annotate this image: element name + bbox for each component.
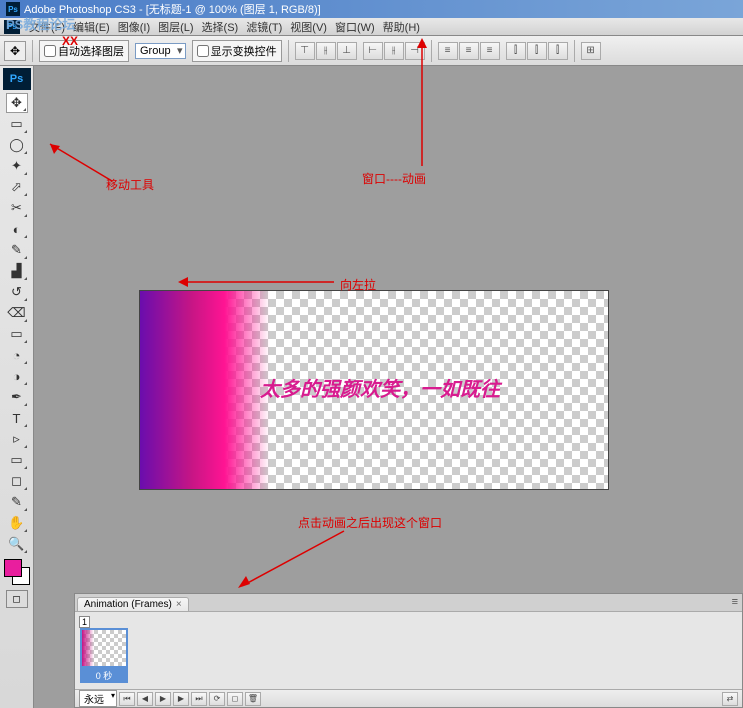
align-bottom-icon[interactable]: ⊥ [337, 42, 357, 60]
dist-hcenter-icon[interactable]: ⫿ [527, 42, 547, 60]
last-frame-button[interactable]: ⏭ [191, 692, 207, 706]
panel-menu-icon[interactable]: ≡ [732, 596, 738, 608]
blur-tool[interactable]: ◔ [6, 345, 28, 365]
menu-window[interactable]: 窗口(W) [332, 18, 378, 36]
dist-left-icon[interactable]: ⫿ [506, 42, 526, 60]
annotation-move-tool: 移动工具 [106, 176, 154, 193]
toolbox: Ps ✥ ▭ ◯ ✦ ⬀ ✂ ◐ ✎ ▟ ↺ ⌫ ▭ ◔ ◑ ✒ T ▹ ▭ ◻… [0, 66, 34, 708]
pen-tool[interactable]: ✒ [6, 387, 28, 407]
eyedropper-tool[interactable]: ✎ [6, 492, 28, 512]
dist-vcenter-icon[interactable]: ≡ [459, 42, 479, 60]
frame-time[interactable]: 0 秒 [80, 668, 128, 683]
show-transform-label: 显示变换控件 [211, 43, 277, 59]
convert-timeline-button[interactable]: ⇄ [722, 692, 738, 706]
history-brush-tool[interactable]: ↺ [6, 282, 28, 302]
animation-footer: 永远 ⏮ ◀ ▶ ▶ ⏭ ⟳ ◻ 🗑 ⇄ [75, 689, 742, 707]
canvas-area: 太多的强颜欢笑，一如既往 移动工具 窗口----动画 向左拉 点击动画之后出现这… [34, 66, 743, 708]
first-frame-button[interactable]: ⏮ [119, 692, 135, 706]
options-bar: ✥ 自动选择图层 Group 显示变换控件 ⊤ ⫲ ⊥ ⊢ ⫲ ⊣ ≡ ≡ ≡ … [0, 36, 743, 66]
notes-tool[interactable]: ◻ [6, 471, 28, 491]
delete-frame-button[interactable]: 🗑 [245, 692, 261, 706]
annotation-window-anim: 窗口----动画 [362, 170, 426, 187]
arrow-click-anim [234, 526, 354, 596]
brush-tool[interactable]: ✎ [6, 240, 28, 260]
watermark-text: PS教程论坛 [6, 14, 75, 33]
menu-bar: Ps 文件(F) 编辑(E) 图像(I) 图层(L) 选择(S) 滤镜(T) 视… [0, 18, 743, 36]
menu-image[interactable]: 图像(I) [115, 18, 153, 36]
align-left-icon[interactable]: ⊢ [363, 42, 383, 60]
auto-align-icon[interactable]: ⊞ [581, 42, 601, 60]
distribute-group-1: ≡ ≡ ≡ [438, 42, 500, 60]
duplicate-frame-button[interactable]: ◻ [227, 692, 243, 706]
separator [288, 40, 289, 62]
prev-frame-button[interactable]: ◀ [137, 692, 153, 706]
animation-frames-body: 1 0 秒 [75, 612, 742, 689]
hand-tool[interactable]: ✋ [6, 513, 28, 533]
crop-tool[interactable]: ⬀ [6, 177, 28, 197]
separator [32, 40, 33, 62]
arrow-window-anim [412, 36, 432, 172]
heal-tool[interactable]: ◐ [6, 219, 28, 239]
animation-tab-label: Animation (Frames) [84, 599, 172, 610]
gradient-tool[interactable]: ▭ [6, 324, 28, 344]
current-tool-icon[interactable]: ✥ [4, 41, 26, 61]
distribute-group-2: ⫿ ⫿ ⫿ [506, 42, 568, 60]
play-button[interactable]: ▶ [155, 692, 171, 706]
menu-view[interactable]: 视图(V) [287, 18, 330, 36]
xx-annotation: XX [62, 34, 78, 48]
canvas-text: 太多的强颜欢笑，一如既往 [260, 373, 500, 402]
dist-right-icon[interactable]: ⫿ [548, 42, 568, 60]
annotation-click-anim: 点击动画之后出现这个窗口 [298, 514, 442, 531]
dodge-tool[interactable]: ◑ [6, 366, 28, 386]
animation-frame[interactable]: 1 0 秒 [79, 616, 129, 685]
stamp-tool[interactable]: ▟ [6, 261, 28, 281]
auto-select-input[interactable] [44, 45, 56, 57]
close-icon[interactable]: × [176, 599, 182, 610]
gradient-layer [140, 291, 270, 489]
lasso-tool[interactable]: ◯ [6, 135, 28, 155]
zoom-tool[interactable]: 🔍 [6, 534, 28, 554]
color-swatches[interactable] [4, 559, 30, 585]
animation-tab-row: Animation (Frames) × ≡ [75, 594, 742, 612]
marquee-tool[interactable]: ▭ [6, 114, 28, 134]
slice-tool[interactable]: ✂ [6, 198, 28, 218]
wand-tool[interactable]: ✦ [6, 156, 28, 176]
show-transform-input[interactable] [197, 45, 209, 57]
title-bar: Ps Adobe Photoshop CS3 - [无标题-1 @ 100% (… [0, 0, 743, 18]
annotation-drag-left: 向左拉 [340, 276, 376, 293]
align-vcenter-icon[interactable]: ⫲ [316, 42, 336, 60]
foreground-color-swatch[interactable] [4, 559, 22, 577]
align-hcenter-icon[interactable]: ⫲ [384, 42, 404, 60]
next-frame-button[interactable]: ▶ [173, 692, 189, 706]
show-transform-checkbox[interactable]: 显示变换控件 [192, 40, 282, 62]
menu-filter[interactable]: 滤镜(T) [243, 18, 285, 36]
align-group-1: ⊤ ⫲ ⊥ [295, 42, 357, 60]
menu-help[interactable]: 帮助(H) [380, 18, 423, 36]
arrow-drag-left [174, 274, 340, 290]
menu-layer[interactable]: 图层(L) [155, 18, 196, 36]
eraser-tool[interactable]: ⌫ [6, 303, 28, 323]
dist-bottom-icon[interactable]: ≡ [480, 42, 500, 60]
tween-button[interactable]: ⟳ [209, 692, 225, 706]
animation-tab[interactable]: Animation (Frames) × [77, 597, 189, 611]
move-tool[interactable]: ✥ [6, 93, 28, 113]
menu-select[interactable]: 选择(S) [199, 18, 242, 36]
quickmask-toggle[interactable]: ◻ [6, 590, 28, 608]
auto-select-checkbox[interactable]: 自动选择图层 [39, 40, 129, 62]
loop-select[interactable]: 永远 [79, 690, 117, 707]
menu-edit[interactable]: 编辑(E) [70, 18, 113, 36]
shape-tool[interactable]: ▭ [6, 450, 28, 470]
group-select[interactable]: Group [135, 43, 186, 59]
toolbox-ps-icon: Ps [3, 68, 31, 90]
path-tool[interactable]: ▹ [6, 429, 28, 449]
align-top-icon[interactable]: ⊤ [295, 42, 315, 60]
separator [574, 40, 575, 62]
frame-thumbnail[interactable] [80, 628, 128, 668]
document-canvas[interactable]: 太多的强颜欢笑，一如既往 [139, 290, 609, 490]
dist-top-icon[interactable]: ≡ [438, 42, 458, 60]
type-tool[interactable]: T [6, 408, 28, 428]
main-area: Ps ✥ ▭ ◯ ✦ ⬀ ✂ ◐ ✎ ▟ ↺ ⌫ ▭ ◔ ◑ ✒ T ▹ ▭ ◻… [0, 66, 743, 708]
animation-panel: Animation (Frames) × ≡ 1 0 秒 永远 ⏮ ◀ ▶ ▶ … [74, 593, 743, 708]
frame-number: 1 [79, 616, 90, 628]
